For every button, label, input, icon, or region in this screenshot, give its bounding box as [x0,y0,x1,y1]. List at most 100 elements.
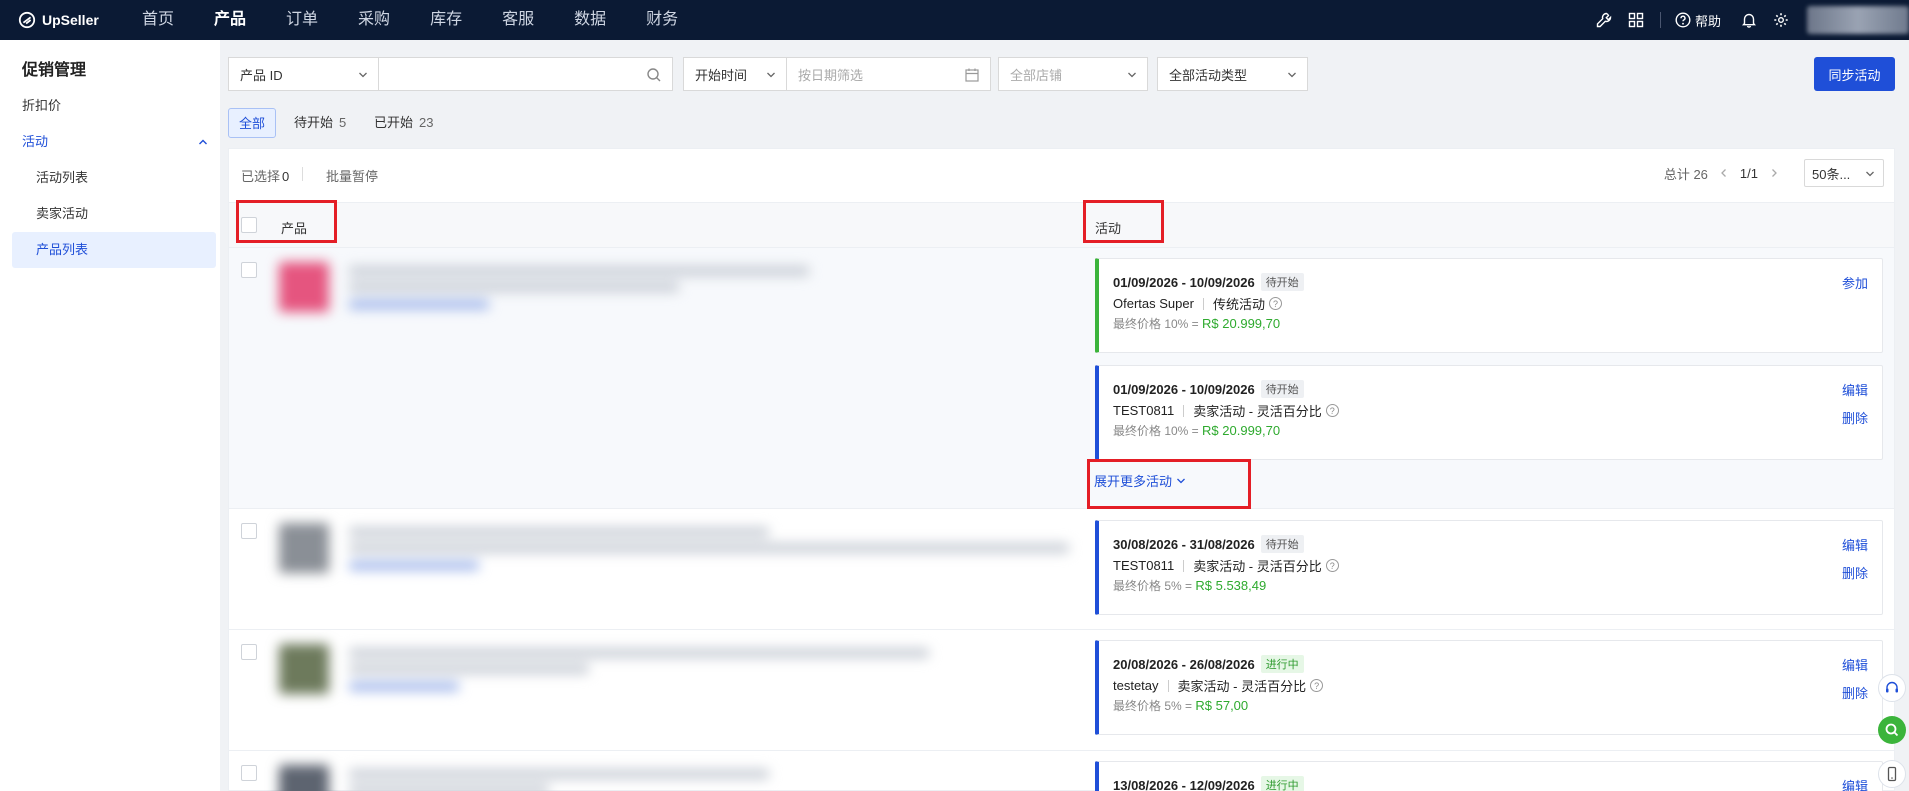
nav-item-orders[interactable]: 订单 [266,0,338,40]
delete-activity-link[interactable]: 删除 [1842,683,1868,702]
toolbar-divider [302,167,303,181]
delete-activity-link[interactable]: 删除 [1842,408,1868,427]
select-all-checkbox[interactable] [241,217,257,233]
help-circle-icon[interactable]: ? [1325,404,1339,417]
search-icon[interactable] [646,67,662,83]
tab-pending[interactable]: 待开始 5 [284,108,356,138]
expand-more-activities[interactable]: 展开更多活动 [1094,471,1186,490]
wrench-icon[interactable] [1594,10,1614,30]
date-filter-input[interactable]: 按日期筛选 [786,57,991,91]
nav-right-tools: 帮助 [1582,0,1909,40]
brand-logo[interactable]: UpSeller [0,11,122,29]
id-type-select[interactable]: 产品 ID [228,57,379,91]
activity-type-select[interactable]: 全部活动类型 [1157,57,1308,91]
product-info-blurred[interactable] [279,765,779,791]
join-activity-link[interactable]: 参加 [1842,273,1868,292]
sync-activity-button[interactable]: 同步活动 [1814,57,1895,91]
customer-service-button[interactable] [1878,674,1906,702]
status-badge: 进行中 [1260,655,1304,673]
row-checkbox[interactable] [241,644,257,660]
search-input[interactable] [378,57,673,91]
nav-item-inventory[interactable]: 库存 [410,0,482,40]
column-header-activity: 活动 [1095,221,1122,236]
help-circle-icon[interactable]: ? [1325,559,1339,572]
product-thumbnail [279,523,329,573]
batch-pause-button[interactable]: 批量暂停 [326,166,378,185]
mobile-app-button[interactable] [1878,760,1906,788]
product-thumbnail [279,262,329,312]
edit-activity-link[interactable]: 编辑 [1842,380,1868,399]
sidebar-item-activity[interactable]: 活动 [12,124,216,160]
help-circle-icon[interactable]: ? [1310,679,1324,692]
row-checkbox[interactable] [241,765,257,781]
tab-started[interactable]: 已开始 23 [364,108,443,138]
search-icon [1885,723,1899,737]
row-checkbox[interactable] [241,523,257,539]
sidebar-item-activity-list[interactable]: 活动列表 [12,160,216,196]
activity-name: TEST0811 卖家活动 - 灵活百分比? [1113,556,1339,575]
time-type-select[interactable]: 开始时间 [683,57,787,91]
row-checkbox[interactable] [241,262,257,278]
status-badge: 进行中 [1260,776,1304,791]
nav-divider [1659,12,1661,28]
help-circle-icon[interactable]: ? [1268,297,1282,310]
gear-icon[interactable] [1771,10,1791,30]
activity-card: 13/08/2026 - 12/09/2026 进行中 编辑 [1095,761,1883,791]
chevron-down-icon [1288,72,1296,78]
final-price: 最终价格 10% = R$ 20.999,70 [1113,316,1281,331]
delete-activity-link[interactable]: 删除 [1842,563,1868,582]
top-nav: UpSeller 首页 产品 订单 采购 库存 客服 数据 财务 帮助 [0,0,1909,40]
tab-label: 待开始 [294,115,334,130]
edit-activity-link[interactable]: 编辑 [1842,776,1868,791]
chevron-down-icon [1128,72,1136,78]
nav-item-products[interactable]: 产品 [194,0,266,40]
status-badge: 待开始 [1260,273,1304,291]
chevron-down-icon [359,72,367,78]
activity-card: 01/09/2026 - 10/09/2026 待开始 Ofertas Super… [1095,258,1883,353]
status-badge: 待开始 [1260,535,1304,553]
product-info-blurred[interactable] [279,262,879,322]
calendar-icon [965,68,979,82]
pagination: 总计 26 1/1 50条... [1664,159,1884,187]
apps-grid-icon[interactable] [1626,10,1646,30]
nav-item-service[interactable]: 客服 [482,0,554,40]
product-info-blurred[interactable] [279,523,1079,583]
edit-activity-link[interactable]: 编辑 [1842,655,1868,674]
final-price: 最终价格 5% = R$ 5.538,49 [1113,578,1267,593]
table-row: 30/08/2026 - 31/08/2026 待开始 TEST0811 卖家活动 … [229,509,1894,630]
bell-icon[interactable] [1739,10,1759,30]
account-avatar[interactable] [1807,6,1909,34]
sidebar-item-discount-price[interactable]: 折扣价 [12,88,216,124]
nav-item-data[interactable]: 数据 [554,0,626,40]
nav-item-home[interactable]: 首页 [122,0,194,40]
final-price: 最终价格 10% = R$ 20.999,70 [1113,423,1281,438]
sidebar-title: 促销管理 [22,62,87,79]
prev-page-icon[interactable] [1716,165,1732,181]
chevron-down-icon [767,72,775,78]
sidebar-item-product-list[interactable]: 产品列表 [12,232,216,268]
status-badge: 待开始 [1260,380,1304,398]
activity-date: 01/09/2026 - 10/09/2026 待开始 [1113,273,1304,291]
edit-activity-link[interactable]: 编辑 [1842,535,1868,554]
store-select[interactable]: 全部店铺 [998,57,1148,91]
main-nav: 首页 产品 订单 采购 库存 客服 数据 财务 [122,0,698,40]
help-circle-icon [1675,12,1691,28]
product-thumbnail [279,644,329,694]
activity-date: 01/09/2026 - 10/09/2026 待开始 [1113,380,1304,398]
nav-item-finance[interactable]: 财务 [626,0,698,40]
activity-card: 20/08/2026 - 26/08/2026 进行中 testetay 卖家活动 … [1095,640,1883,735]
page-size-value: 50条... [1812,166,1851,182]
product-info-blurred[interactable] [279,644,939,704]
selected-count: 已选择 0 [241,169,290,184]
time-type-select-value: 开始时间 [695,67,748,83]
help-button[interactable]: 帮助 [1675,11,1721,30]
headset-icon [1886,681,1898,693]
search-float-button[interactable] [1878,716,1906,744]
final-price: 最终价格 5% = R$ 57,00 [1113,698,1249,713]
nav-item-purchase[interactable]: 采购 [338,0,410,40]
next-page-icon[interactable] [1766,165,1782,181]
sidebar-item-seller-activity[interactable]: 卖家活动 [12,196,216,232]
tab-all[interactable]: 全部 [228,108,277,138]
activity-date: 13/08/2026 - 12/09/2026 进行中 [1113,776,1304,791]
page-size-select[interactable]: 50条... [1804,159,1884,187]
